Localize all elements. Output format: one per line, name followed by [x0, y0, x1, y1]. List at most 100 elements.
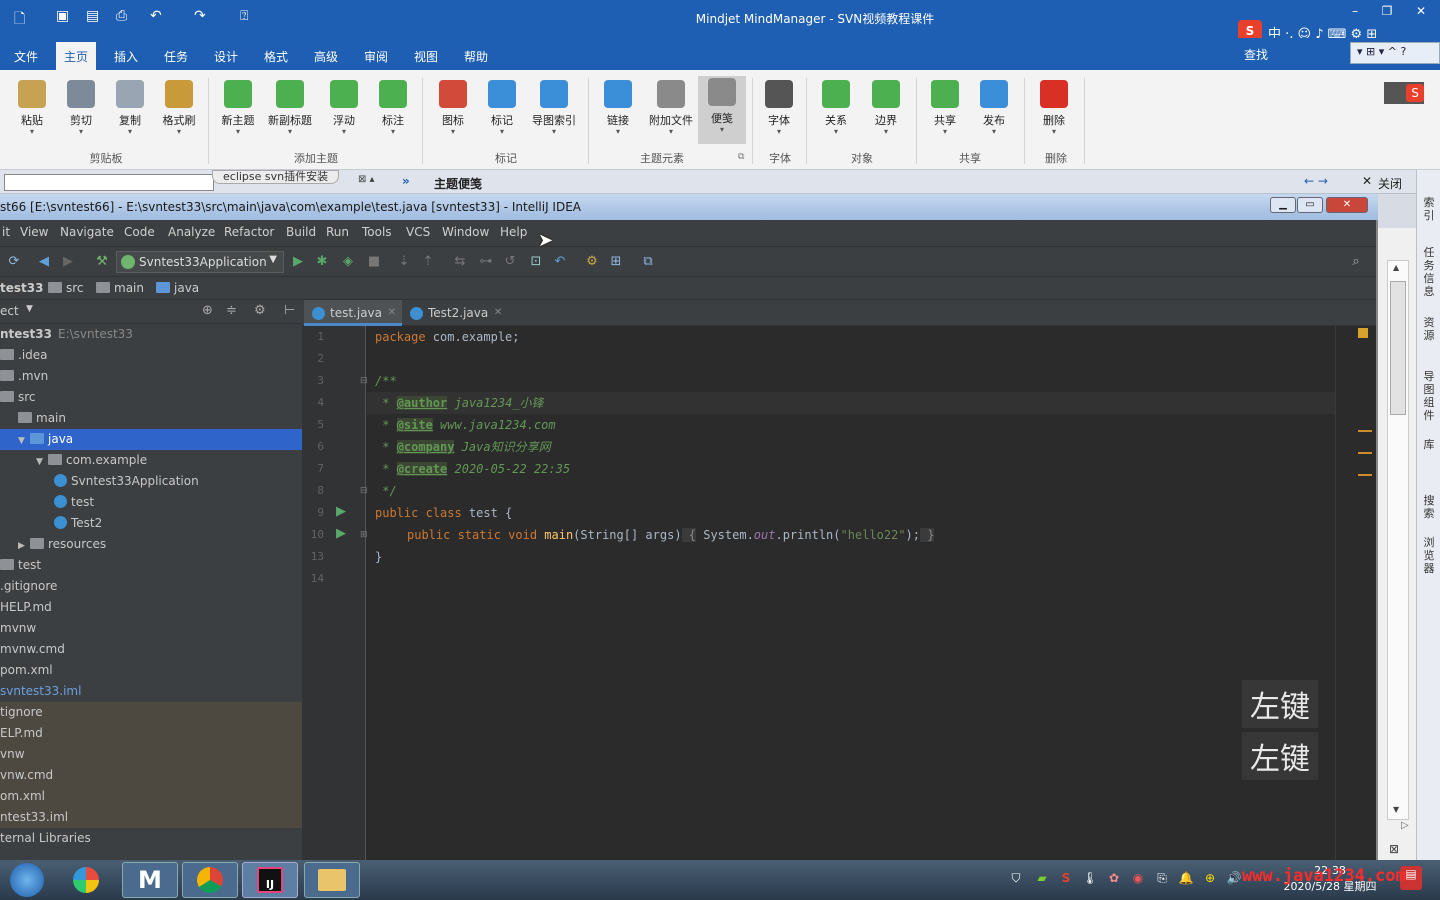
- menu-navigate[interactable]: Navigate: [60, 225, 114, 239]
- tree-item[interactable]: ntest33 E:\svntest33: [0, 324, 302, 345]
- task-pane-item[interactable]: 库: [1419, 438, 1439, 451]
- back-icon[interactable]: ◀: [36, 254, 52, 270]
- ribbon-button-copy[interactable]: 复制 ▾: [106, 78, 154, 138]
- tree-item[interactable]: HELP.md: [0, 597, 302, 618]
- vcs-update-icon[interactable]: ⇣: [396, 254, 412, 270]
- tree-item[interactable]: vnw: [0, 744, 302, 765]
- ij-close-button[interactable]: ✕: [1326, 197, 1368, 213]
- ribbon-button-boundary[interactable]: 边界 ▾: [862, 78, 910, 138]
- tree-item[interactable]: mvnw: [0, 618, 302, 639]
- shield-tray-icon[interactable]: ⛉: [1008, 870, 1024, 886]
- tab-test-java[interactable]: test.java ✕: [304, 300, 403, 326]
- run-configuration-select[interactable]: Svntest33Application ▼: [116, 251, 284, 273]
- tree-item[interactable]: ntest33.iml: [0, 807, 302, 828]
- project-structure-icon[interactable]: ⊞: [608, 254, 624, 270]
- volume-tray-icon[interactable]: 🔊: [1226, 870, 1242, 886]
- expand-icon[interactable]: »: [402, 174, 410, 188]
- menu-refactor[interactable]: Refactor: [224, 225, 274, 239]
- close-panel-label[interactable]: 关闭: [1378, 175, 1402, 192]
- tree-item[interactable]: Test2: [0, 513, 302, 534]
- tree-item[interactable]: test: [0, 492, 302, 513]
- ribbon-button-new-topic[interactable]: 新主题 ▾: [214, 78, 262, 138]
- warning-mark[interactable]: [1358, 452, 1372, 454]
- breadcrumb-src[interactable]: src: [48, 281, 84, 295]
- ribbon-button-floating-topic[interactable]: 浮动 ▾: [320, 78, 368, 138]
- ribbon-button-relationship[interactable]: 关系 ▾: [812, 78, 860, 138]
- forward-icon[interactable]: ▶: [60, 254, 76, 270]
- document-tab[interactable]: eclipse svn插件安装: [212, 170, 340, 184]
- tree-item[interactable]: .gitignore: [0, 576, 302, 597]
- ribbon-button-map-index[interactable]: 导图索引 ▾: [530, 78, 578, 138]
- taskbar-app-mindmanager[interactable]: M: [122, 862, 178, 898]
- ribbon-button-tag[interactable]: 标记 ▾: [478, 78, 526, 138]
- collapse-all-icon[interactable]: ≑: [226, 303, 237, 318]
- breadcrumb-java[interactable]: java: [156, 281, 199, 295]
- tab-home[interactable]: 主页: [56, 42, 97, 70]
- sogou-skin-icon[interactable]: S: [1384, 82, 1424, 104]
- tab-view[interactable]: 视图: [406, 46, 446, 70]
- ribbon-button-share[interactable]: 共享 ▾: [921, 78, 969, 138]
- tab-help[interactable]: 帮助: [456, 46, 496, 70]
- tree-item[interactable]: vnw.cmd: [0, 765, 302, 786]
- gear-icon[interactable]: ⚙: [254, 303, 266, 318]
- start-button[interactable]: [0, 862, 54, 898]
- nav-arrows-icon[interactable]: ← →: [1304, 174, 1328, 188]
- tab-advanced[interactable]: 高级: [306, 46, 346, 70]
- tree-item[interactable]: pom.xml: [0, 660, 302, 681]
- temperature-tray-icon[interactable]: 🌡: [1082, 870, 1098, 886]
- ij-maximize-button[interactable]: ▭: [1297, 197, 1323, 213]
- ribbon-button-attachment[interactable]: 附加文件 ▾: [647, 78, 695, 138]
- coverage-icon[interactable]: ◈: [340, 254, 356, 270]
- flower-tray-icon[interactable]: ✿: [1106, 870, 1122, 886]
- project-view-label[interactable]: ect: [0, 304, 19, 318]
- ribbon-button-icon-marker[interactable]: 图标 ▾: [429, 78, 477, 138]
- debug-icon[interactable]: ✱: [314, 254, 330, 270]
- task-pane-item[interactable]: 导图组件: [1419, 370, 1439, 422]
- nvidia-tray-icon[interactable]: ▰: [1034, 870, 1050, 886]
- task-pane-item[interactable]: 任务信息: [1419, 246, 1439, 298]
- tab-file[interactable]: 文件: [6, 46, 46, 70]
- code-editor[interactable]: package com.example; /** * @author java1…: [367, 326, 1367, 860]
- scroll-right-icon[interactable]: ▷: [1401, 820, 1409, 831]
- tree-item[interactable]: ▼ com.example: [0, 450, 302, 471]
- vertical-scrollbar[interactable]: ▲ ▼: [1387, 260, 1409, 820]
- tree-item[interactable]: om.xml: [0, 786, 302, 807]
- menu-analyze[interactable]: Analyze: [168, 225, 215, 239]
- task-pane-item[interactable]: 资源: [1419, 316, 1439, 342]
- sync-icon[interactable]: ⟳: [6, 254, 22, 270]
- ribbon-button-font[interactable]: 字体 ▾: [755, 78, 803, 138]
- menu-code[interactable]: Code: [124, 225, 155, 239]
- breadcrumb-project[interactable]: test33: [0, 281, 43, 295]
- fit-icon[interactable]: ⊠: [1389, 842, 1399, 856]
- search-label[interactable]: 查找: [1244, 46, 1268, 63]
- menu-run[interactable]: Run: [326, 225, 349, 239]
- ij-minimize-button[interactable]: ▁: [1270, 197, 1296, 213]
- menu-view[interactable]: View: [20, 225, 48, 239]
- search-everywhere-icon[interactable]: ⌕: [1348, 254, 1364, 270]
- menu-it[interactable]: it: [2, 225, 10, 239]
- task-pane-item[interactable]: 搜索: [1419, 494, 1439, 520]
- tab-design[interactable]: 设计: [206, 46, 246, 70]
- close-tab-icon[interactable]: ✕: [388, 300, 396, 326]
- ribbon-button-link[interactable]: 链接 ▾: [594, 78, 642, 138]
- ribbon-button-cut[interactable]: 剪切 ▾: [57, 78, 105, 138]
- menu-help[interactable]: Help: [500, 225, 527, 239]
- sdk-icon[interactable]: ⧉: [640, 254, 656, 270]
- tree-item[interactable]: ELP.md: [0, 723, 302, 744]
- menu-window[interactable]: Window: [442, 225, 489, 239]
- task-pane-item[interactable]: 索引: [1419, 196, 1439, 222]
- run-main-gutter-icon[interactable]: ▶: [336, 526, 346, 541]
- doc-tab-close-icon[interactable]: ⊠ ▴: [358, 174, 375, 185]
- menu-tools[interactable]: Tools: [362, 225, 392, 239]
- taskbar-app-intellij[interactable]: IJ: [242, 862, 298, 898]
- stop-icon[interactable]: ■: [366, 254, 382, 270]
- menu-build[interactable]: Build: [286, 225, 316, 239]
- sogou-tray-icon[interactable]: S: [1058, 870, 1074, 886]
- ribbon-button-publish[interactable]: 发布 ▾: [970, 78, 1018, 138]
- tree-item[interactable]: mvnw.cmd: [0, 639, 302, 660]
- locate-icon[interactable]: ⊕: [202, 303, 213, 318]
- expand-arrow-icon[interactable]: ▼: [36, 452, 48, 473]
- close-panel-icon[interactable]: ✕: [1362, 174, 1372, 188]
- taskbar-app-pinwheel[interactable]: [58, 862, 114, 898]
- security-tray-icon[interactable]: ◉: [1130, 870, 1146, 886]
